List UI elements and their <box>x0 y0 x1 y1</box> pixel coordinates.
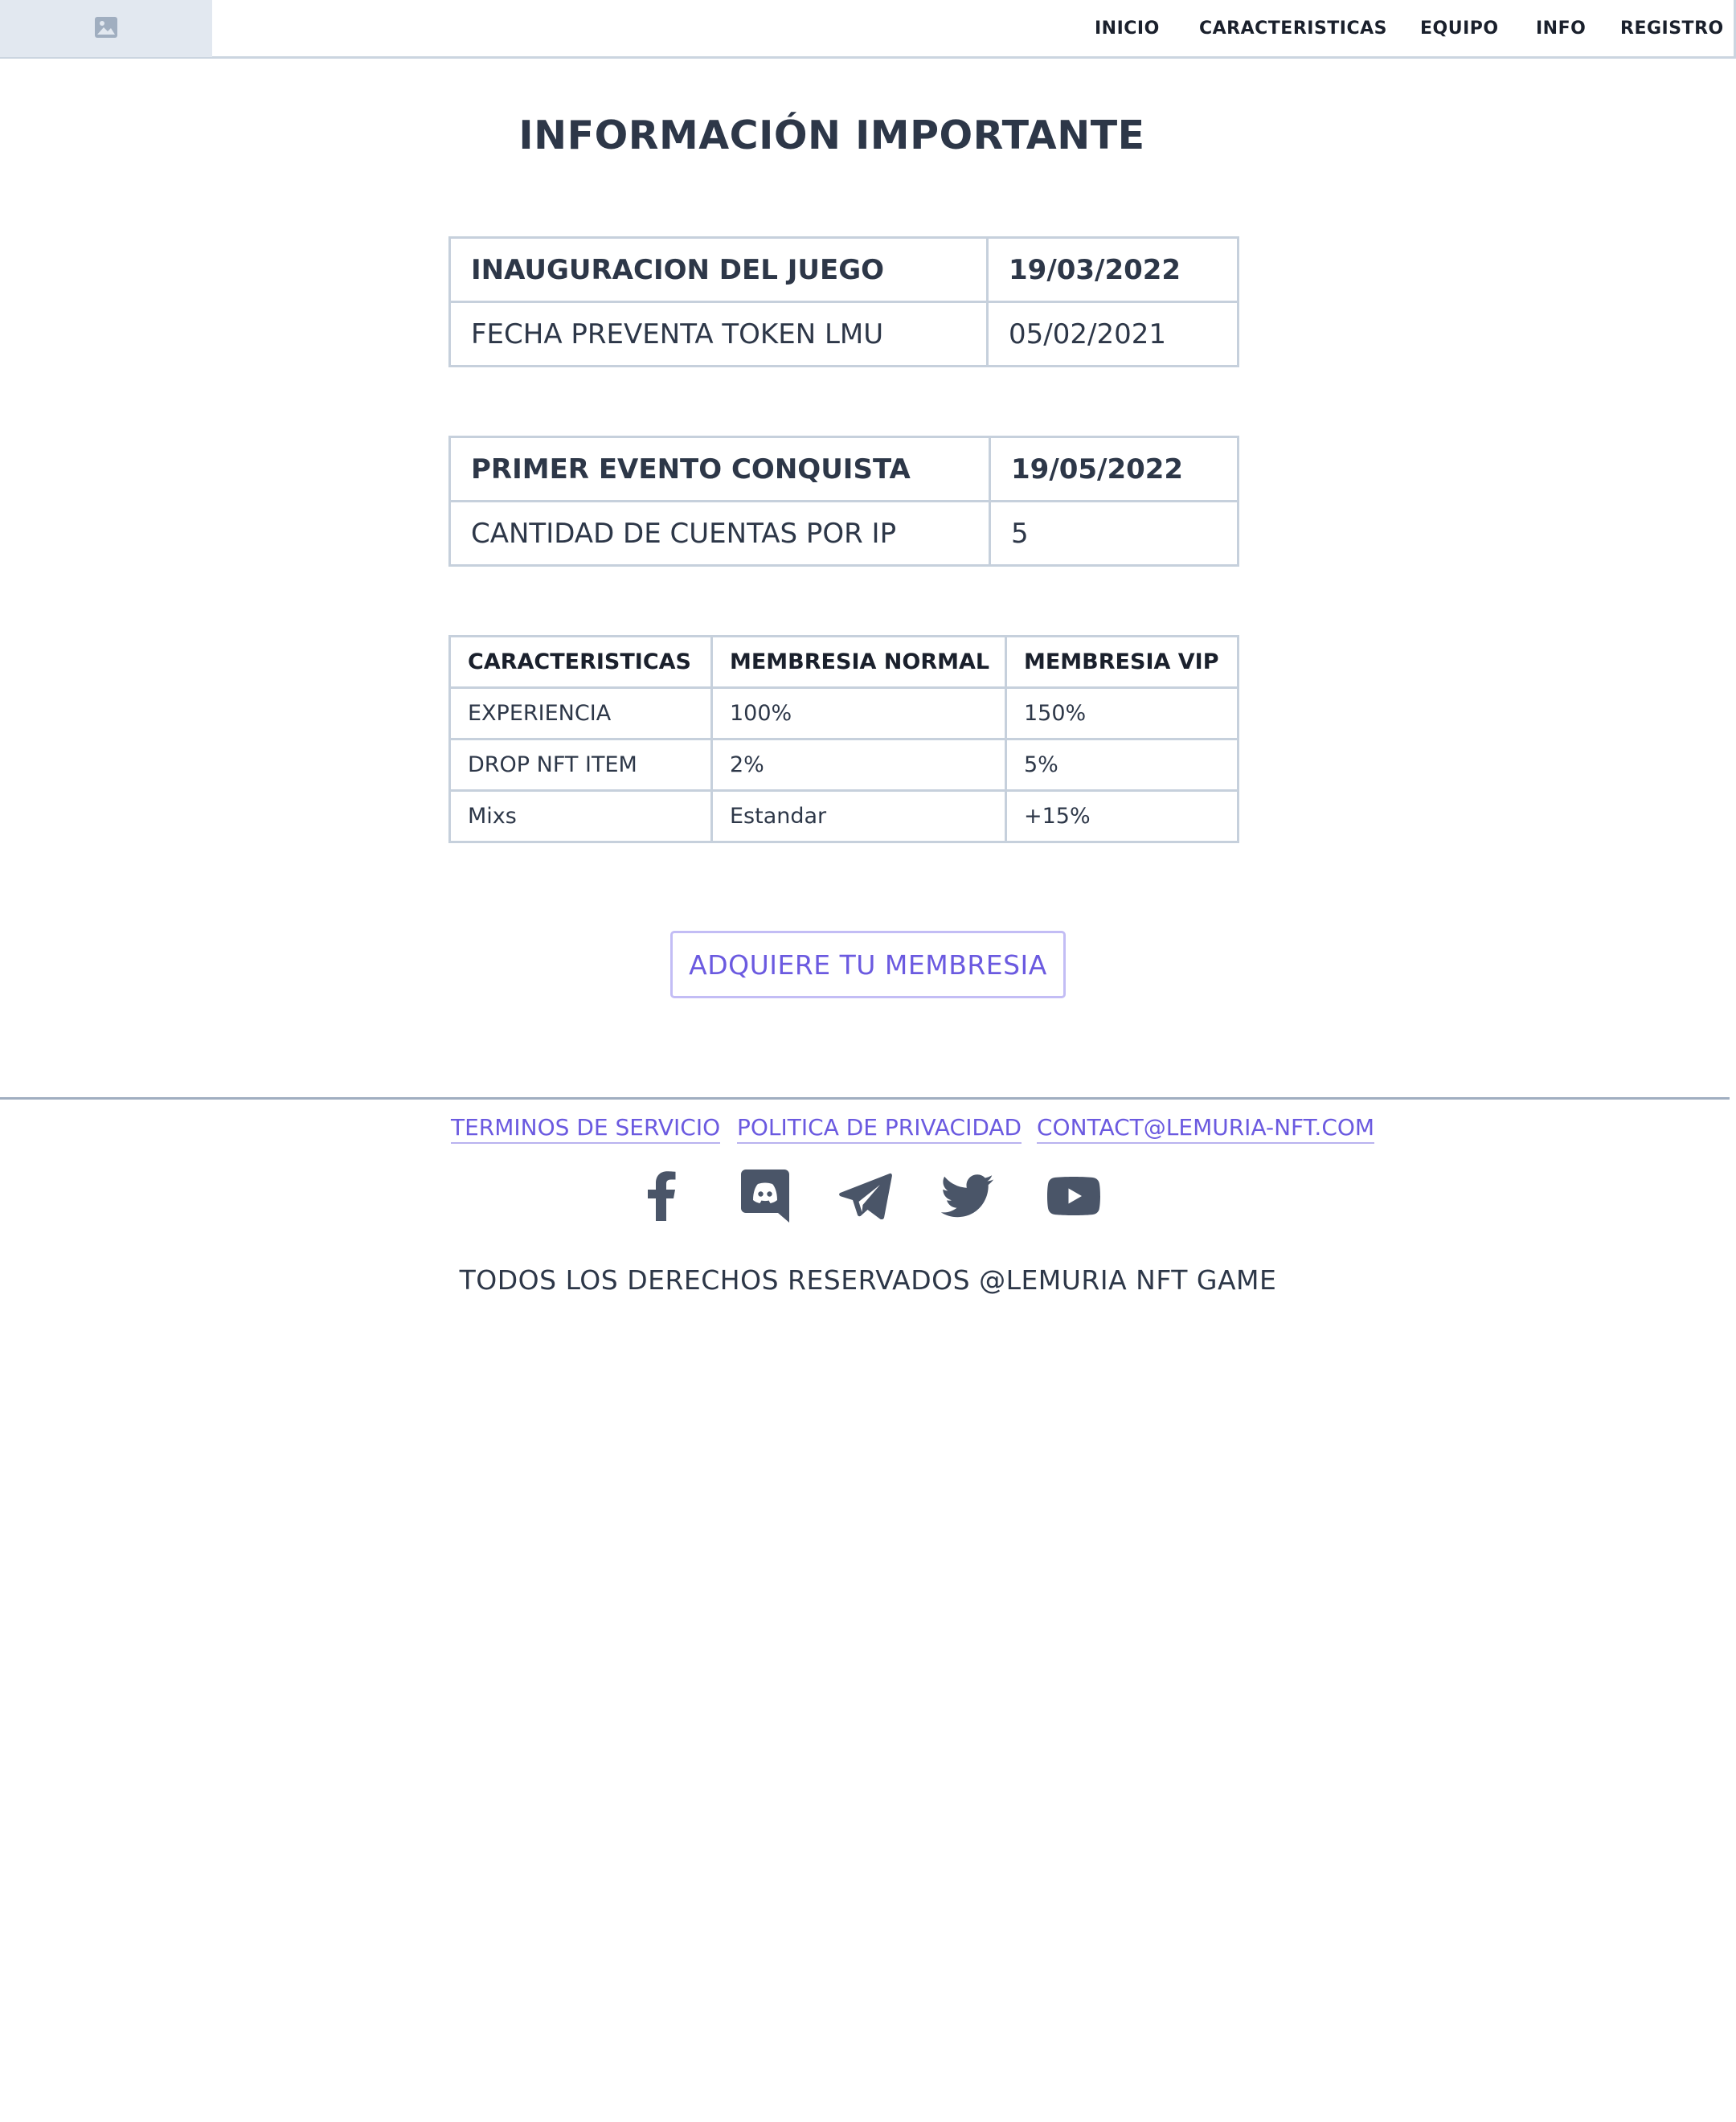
page: INICIO CARACTERISTICAS EQUIPO INFO REGIS… <box>0 0 1736 2122</box>
youtube-icon[interactable] <box>1046 1169 1101 1223</box>
row-label: PRIMER EVENTO CONQUISTA <box>448 436 991 502</box>
table-cell: 5% <box>1005 738 1239 792</box>
acquire-membership-button[interactable]: ADQUIERE TU MEMBRESIA <box>670 931 1066 998</box>
logo-placeholder[interactable] <box>0 0 212 57</box>
nav-inicio[interactable]: INICIO <box>1095 18 1160 39</box>
row-label: CANTIDAD DE CUENTAS POR IP <box>448 500 991 567</box>
dates-table: INAUGURACION DEL JUEGO 19/03/2022 FECHA … <box>448 236 1239 367</box>
nav-registro[interactable]: REGISTRO <box>1620 18 1724 39</box>
telegram-icon[interactable] <box>838 1169 893 1223</box>
contact-email-link[interactable]: CONTACT@LEMURIA-NFT.COM <box>1037 1114 1375 1144</box>
discord-icon[interactable] <box>738 1169 792 1223</box>
table-row: DROP NFT ITEM 2% 5% <box>448 738 1239 792</box>
column-header: MEMBRESIA NORMAL <box>710 635 1007 689</box>
table-cell: 100% <box>710 686 1007 740</box>
row-value: 19/03/2022 <box>986 236 1239 303</box>
row-value: 05/02/2021 <box>986 301 1239 367</box>
events-table: PRIMER EVENTO CONQUISTA 19/05/2022 CANTI… <box>448 436 1239 567</box>
privacy-policy-link[interactable]: POLITICA DE PRIVACIDAD <box>737 1114 1022 1144</box>
table-row: CANTIDAD DE CUENTAS POR IP 5 <box>448 500 1239 567</box>
terms-of-service-link[interactable]: TERMINOS DE SERVICIO <box>451 1114 721 1144</box>
row-value: 5 <box>989 500 1239 567</box>
table-cell: 150% <box>1005 686 1239 740</box>
column-header: MEMBRESIA VIP <box>1005 635 1239 689</box>
facebook-icon[interactable] <box>634 1169 689 1223</box>
table-row: Mixs Estandar +15% <box>448 789 1239 843</box>
image-icon <box>94 16 118 42</box>
table-row: PRIMER EVENTO CONQUISTA 19/05/2022 <box>448 436 1239 502</box>
row-value: 19/05/2022 <box>989 436 1239 502</box>
footer-divider <box>0 1097 1730 1100</box>
membership-table: CARACTERISTICAS MEMBRESIA NORMAL MEMBRES… <box>448 635 1239 843</box>
nav-caracteristicas[interactable]: CARACTERISTICAS <box>1199 18 1387 39</box>
table-cell: EXPERIENCIA <box>448 686 713 740</box>
copyright-text: TODOS LOS DERECHOS RESERVADOS @LEMURIA N… <box>459 1264 1277 1296</box>
nav-equipo[interactable]: EQUIPO <box>1420 18 1499 39</box>
table-row: FECHA PREVENTA TOKEN LMU 05/02/2021 <box>448 301 1239 367</box>
twitter-icon[interactable] <box>940 1169 995 1223</box>
row-label: FECHA PREVENTA TOKEN LMU <box>448 301 989 367</box>
page-title: INFORMACIÓN IMPORTANTE <box>518 113 1145 158</box>
table-row: INAUGURACION DEL JUEGO 19/03/2022 <box>448 236 1239 303</box>
table-cell: +15% <box>1005 789 1239 843</box>
table-cell: DROP NFT ITEM <box>448 738 713 792</box>
column-header: CARACTERISTICAS <box>448 635 713 689</box>
table-cell: Estandar <box>710 789 1007 843</box>
nav-info[interactable]: INFO <box>1536 18 1586 39</box>
table-header-row: CARACTERISTICAS MEMBRESIA NORMAL MEMBRES… <box>448 635 1239 689</box>
row-label: INAUGURACION DEL JUEGO <box>448 236 989 303</box>
table-cell: 2% <box>710 738 1007 792</box>
top-navbar: INICIO CARACTERISTICAS EQUIPO INFO REGIS… <box>0 0 1736 59</box>
table-row: EXPERIENCIA 100% 150% <box>448 686 1239 740</box>
table-cell: Mixs <box>448 789 713 843</box>
